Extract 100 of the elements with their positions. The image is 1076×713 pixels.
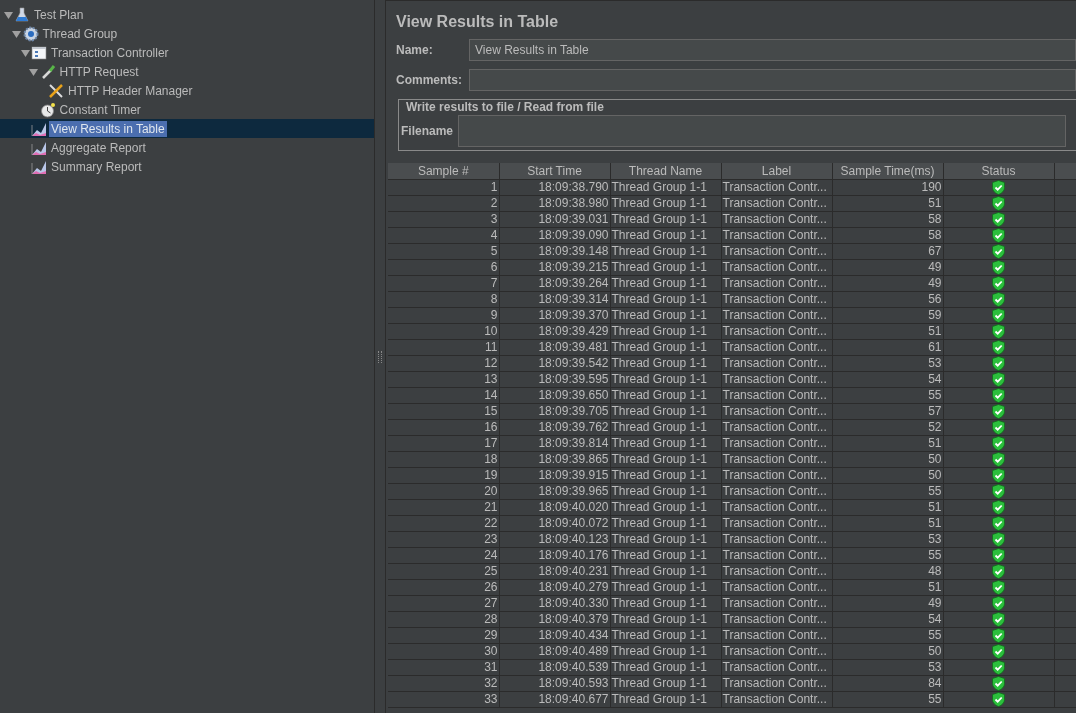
table-cell: 55 [832, 547, 943, 564]
name-field[interactable]: View Results in Table [469, 39, 1076, 61]
table-cell: Transaction Contr... [721, 547, 832, 564]
tree-item[interactable]: Thread Group [40, 25, 120, 42]
column-header[interactable] [1054, 163, 1076, 180]
table-cell: 25 [388, 563, 499, 580]
table-cell: 18:09:39.865 [499, 451, 610, 468]
table-cell: 18:09:40.231 [499, 563, 610, 580]
table-cell: Thread Group 1-1 [610, 531, 721, 548]
table-cell: 58 [832, 211, 943, 228]
field-label: Filename [401, 124, 455, 138]
table-cell: 190 [832, 179, 943, 196]
expanded-arrow-icon[interactable] [3, 9, 13, 20]
column-header[interactable]: Start Time [499, 163, 610, 180]
table-cell: 3 [388, 211, 499, 228]
tree-item[interactable]: Transaction Controller [49, 44, 171, 61]
table-cell: Thread Group 1-1 [610, 387, 721, 404]
comments-field[interactable] [469, 69, 1076, 91]
table-cell: Transaction Contr... [721, 435, 832, 452]
table-cell: 16 [388, 419, 499, 436]
table-cell: 53 [832, 531, 943, 548]
tree-item[interactable]: Constant Timer [57, 101, 143, 118]
table-cell: 5 [388, 243, 499, 260]
table-cell: 14 [388, 387, 499, 404]
table-cell: 50 [832, 451, 943, 468]
tree-item[interactable]: Summary Report [49, 158, 144, 175]
table-cell: Thread Group 1-1 [610, 355, 721, 372]
table-cell: 33 [388, 691, 499, 708]
table-cell: Transaction Contr... [721, 691, 832, 708]
table-cell: 53 [832, 355, 943, 372]
table-cell: 51 [832, 515, 943, 532]
column-header[interactable]: Status [943, 163, 1054, 180]
table-cell: Thread Group 1-1 [610, 435, 721, 452]
table-cell: 31 [388, 659, 499, 676]
table-cell: Transaction Contr... [721, 387, 832, 404]
table-cell: 28 [388, 611, 499, 628]
table-cell: Thread Group 1-1 [610, 467, 721, 484]
tree-item[interactable]: HTTP Header Manager [66, 82, 195, 99]
table-cell: 18:09:39.595 [499, 371, 610, 388]
tree-item[interactable]: Aggregate Report [49, 139, 148, 156]
table-cell: Thread Group 1-1 [610, 211, 721, 228]
table-cell: 48 [832, 563, 943, 580]
table-cell: 18:09:39.965 [499, 483, 610, 500]
tree-item[interactable]: View Results in Table [49, 120, 167, 137]
table-cell: 18:09:39.090 [499, 227, 610, 244]
flask-icon [14, 6, 30, 23]
table-cell: Thread Group 1-1 [610, 595, 721, 612]
table-cell: 18:09:40.677 [499, 691, 610, 708]
table-cell: Thread Group 1-1 [610, 419, 721, 436]
column-header[interactable]: Sample Time(ms) [832, 163, 943, 180]
table-cell: 18:09:39.370 [499, 307, 610, 324]
table-cell: Thread Group 1-1 [610, 483, 721, 500]
table-cell: 49 [832, 595, 943, 612]
column-header[interactable]: Sample # [388, 163, 499, 180]
grip-icon[interactable] [378, 350, 382, 363]
table-cell: 8 [388, 291, 499, 308]
table-cell: 18:09:39.031 [499, 211, 610, 228]
tree-item[interactable]: Test Plan [32, 6, 86, 23]
table-cell: 18:09:40.176 [499, 547, 610, 564]
table-cell: 18:09:39.650 [499, 387, 610, 404]
table-cell: Thread Group 1-1 [610, 291, 721, 308]
table-cell: 18:09:39.814 [499, 435, 610, 452]
table-cell: 50 [832, 467, 943, 484]
field-label: Name: [396, 43, 434, 57]
table-cell: 22 [388, 515, 499, 532]
table-cell: Transaction Contr... [721, 307, 832, 324]
table-cell: 84 [832, 675, 943, 692]
table-cell: Transaction Contr... [721, 499, 832, 516]
expanded-arrow-icon[interactable] [20, 47, 30, 58]
table-cell: 18:09:39.915 [499, 467, 610, 484]
table-cell: 51 [832, 499, 943, 516]
table-cell: Thread Group 1-1 [610, 691, 721, 708]
table-cell: Thread Group 1-1 [610, 499, 721, 516]
table-cell: 30 [388, 643, 499, 660]
table-cell: 54 [832, 371, 943, 388]
table-cell: Transaction Contr... [721, 451, 832, 468]
column-header[interactable]: Label [721, 163, 832, 180]
table-cell: Thread Group 1-1 [610, 307, 721, 324]
filename-field[interactable] [458, 115, 1066, 147]
table-cell: 18:09:39.542 [499, 355, 610, 372]
table-cell: 51 [832, 579, 943, 596]
table-cell: 18:09:40.489 [499, 643, 610, 660]
expanded-arrow-icon[interactable] [28, 66, 39, 77]
table-cell: 17 [388, 435, 499, 452]
table-cell: 67 [832, 243, 943, 260]
column-header[interactable]: Thread Name [610, 163, 721, 180]
table-cell: Transaction Contr... [721, 531, 832, 548]
table-cell: 12 [388, 355, 499, 372]
tree-item[interactable]: HTTP Request [57, 63, 141, 80]
table-cell: Transaction Contr... [721, 259, 832, 276]
table-cell: Thread Group 1-1 [610, 179, 721, 196]
table-cell: Transaction Contr... [721, 179, 832, 196]
expanded-arrow-icon[interactable] [11, 28, 22, 39]
table-cell: 52 [832, 419, 943, 436]
table-cell: 11 [388, 339, 499, 356]
table-cell: Thread Group 1-1 [610, 195, 721, 212]
table-cell: 18:09:40.434 [499, 627, 610, 644]
table-cell: 27 [388, 595, 499, 612]
table-cell: 18:09:39.705 [499, 403, 610, 420]
table-cell: 59 [832, 307, 943, 324]
